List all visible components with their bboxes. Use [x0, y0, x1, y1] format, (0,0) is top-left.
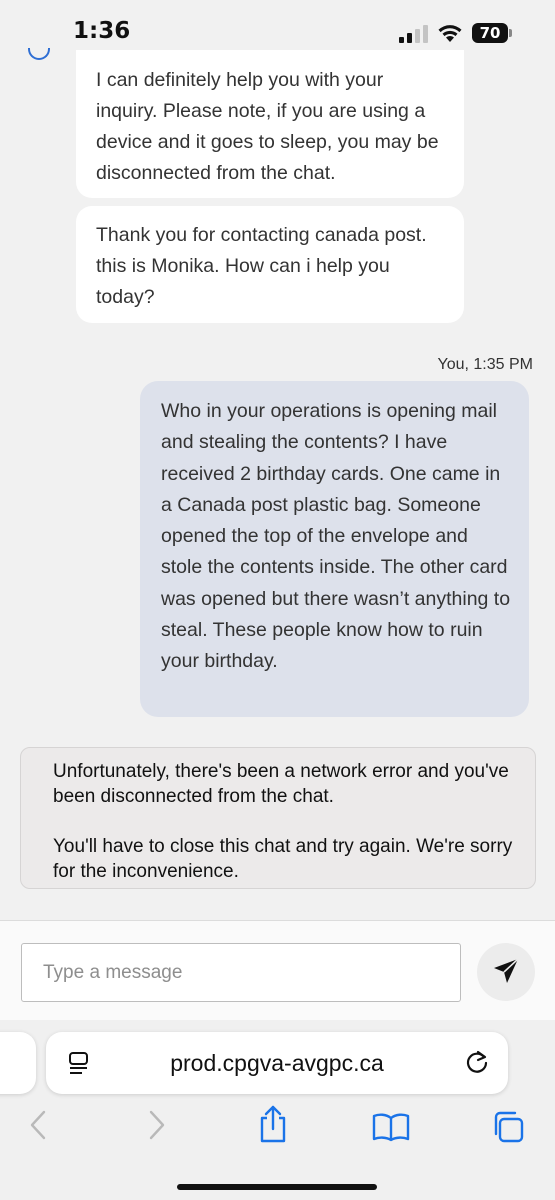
status-time: 1:36	[73, 18, 131, 44]
message-input[interactable]	[21, 943, 461, 1002]
message-timestamp: You, 1:35 PM	[437, 356, 533, 373]
forward-icon[interactable]	[145, 1108, 169, 1147]
send-button[interactable]	[477, 943, 535, 1001]
browser-toolbar: prod.cpgva-avgpc.ca	[0, 1020, 555, 1200]
notice-spacer	[53, 809, 515, 834]
notice-error-text: Unfortunately, there's been a network er…	[53, 761, 509, 807]
back-icon[interactable]	[26, 1108, 50, 1147]
address-bar[interactable]: prod.cpgva-avgpc.ca	[46, 1032, 508, 1094]
battery-nub	[509, 29, 512, 37]
disconnect-notice: Unfortunately, there's been a network er…	[20, 747, 536, 889]
url-text: prod.cpgva-avgpc.ca	[170, 1050, 384, 1076]
agent-message: I can definitely help you with your inqu…	[76, 50, 464, 198]
send-icon	[492, 957, 520, 988]
bookmarks-icon[interactable]	[372, 1112, 410, 1147]
share-icon[interactable]	[257, 1104, 289, 1149]
wifi-icon	[437, 23, 463, 48]
previous-tab-preview[interactable]	[0, 1032, 36, 1094]
message-composer	[0, 920, 555, 1020]
user-message: Who in your operations is opening mail a…	[140, 381, 529, 717]
signal-icon	[399, 25, 429, 48]
notice-retry-text: You'll have to close this chat and try a…	[53, 836, 513, 882]
home-indicator	[177, 1184, 377, 1190]
battery-indicator: 70	[472, 23, 508, 43]
tabs-icon[interactable]	[491, 1110, 525, 1149]
reload-icon[interactable]	[464, 1048, 490, 1081]
agent-message: Thank you for contacting canada post. th…	[76, 206, 464, 323]
